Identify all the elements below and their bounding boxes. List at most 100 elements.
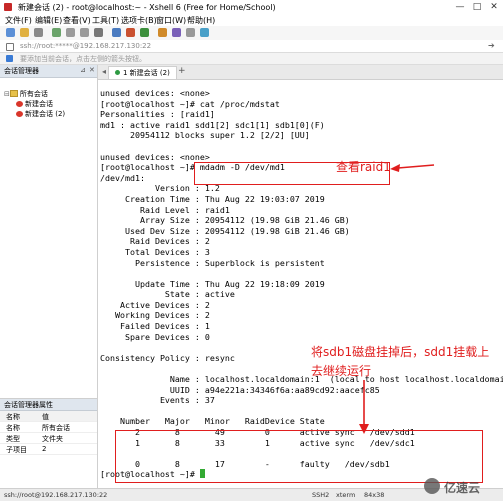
color-scheme-icon[interactable] — [172, 28, 181, 37]
annotation-note-line2: 去继续运行 — [311, 364, 372, 378]
tree-item-label: 新建会话 (2) — [25, 110, 66, 118]
properties-title: 会话管理器属性 — [4, 401, 53, 409]
prop-key: 子项目 — [6, 446, 27, 454]
maximize-button[interactable]: □ — [469, 1, 485, 13]
terminal-line: unused devices: <none> — [100, 88, 210, 98]
terminal-line: Number Major Minor RaidDevice State — [100, 416, 325, 427]
terminal-line: Spare Devices : 0 — [100, 331, 210, 342]
terminal-line: Personalities : [raid1] — [100, 109, 215, 120]
watermark: 亿速云 — [424, 476, 502, 498]
terminal-line: md1 : active raid1 sdd1[2] sdc1[1] sdb1[… — [100, 119, 325, 130]
properties-header: 会话管理器属性 — [0, 399, 97, 411]
terminal-line: Used Dev Size : 20954112 (19.98 GiB 21.4… — [100, 225, 350, 236]
terminal-line: Update Time : Thu Aug 22 19:18:09 2019 — [100, 278, 325, 289]
menu-file[interactable]: 文件(F) — [5, 15, 32, 26]
new-tab-icon[interactable]: + — [178, 66, 186, 76]
pin-icon[interactable]: ⊿ — [80, 66, 86, 74]
menu-help[interactable]: 帮助(H) — [187, 15, 215, 26]
terminal-output: unused devices: <none> [root@localhost ~… — [100, 88, 503, 480]
toolbar — [0, 26, 503, 41]
tab-bar: ◂ ▸ 1 新建会话 (2) + — [98, 65, 503, 80]
session-icon — [16, 111, 23, 117]
help-icon[interactable] — [200, 28, 209, 37]
session-icon — [16, 101, 23, 107]
terminal-line: Failed Devices : 1 — [100, 321, 210, 332]
xshell-icon[interactable] — [140, 28, 149, 37]
add-session-arrow-icon[interactable] — [6, 55, 13, 62]
tree-root-label: 所有会话 — [19, 90, 48, 98]
properties-row: 子项目 2 — [0, 444, 97, 455]
lock-icon — [6, 43, 14, 51]
tree-item-session-2[interactable]: 新建会话 (2) — [16, 109, 65, 119]
tab-label: 1 新建会话 (2) — [123, 69, 170, 77]
session-manager-header: 会话管理器 ⊿ ✕ — [0, 65, 97, 78]
new-session-icon[interactable] — [6, 28, 15, 37]
address-bar: ssh://root:*****@192.168.217.130:22 ➔ — [0, 40, 503, 53]
menu-tabs[interactable]: 选项卡(B) — [121, 15, 157, 26]
terminal-line: Active Devices : 2 — [100, 299, 210, 310]
arrow-to-command — [390, 164, 435, 172]
xshell-app-icon — [4, 3, 12, 11]
menu-tools[interactable]: 工具(T) — [92, 15, 119, 26]
menu-view[interactable]: 查看(V) — [63, 15, 91, 26]
minimize-button[interactable]: — — [452, 1, 468, 13]
tree-item-session-1[interactable]: 新建会话 — [16, 99, 53, 109]
prop-key: 名称 — [6, 413, 20, 421]
properties-header-row: 名称 值 — [0, 411, 97, 422]
tab-session-2[interactable]: 1 新建会话 (2) — [108, 66, 177, 79]
terminal-line: Events : 37 — [100, 395, 215, 406]
print-icon[interactable] — [112, 28, 121, 37]
terminal-line: Array Size : 20954112 (19.98 GiB 21.46 G… — [100, 215, 350, 226]
terminal-line: unused devices: <none> — [100, 151, 210, 162]
open-folder-icon[interactable] — [20, 28, 29, 37]
arrow-to-table — [359, 380, 369, 434]
annotation-note-line1: 将sdb1磁盘挂掉后，sdd1挂载上 — [311, 345, 490, 359]
tab-scroll-left-icon[interactable]: ◂ — [102, 67, 106, 76]
menu-window[interactable]: 窗口(W) — [156, 15, 186, 26]
terminal-area[interactable]: unused devices: <none> [root@localhost ~… — [98, 80, 503, 488]
font-icon[interactable] — [158, 28, 167, 37]
properties-panel: 会话管理器属性 名称 值 名称 所有会话 类型 文件夹 子项目 2 — [0, 398, 98, 489]
terminal-line: Consistency Policy : resync — [100, 352, 235, 363]
fullscreen-icon[interactable] — [186, 28, 195, 37]
watermark-logo-icon — [424, 478, 440, 494]
address-input[interactable]: ssh://root:*****@192.168.217.130:22 — [20, 42, 151, 50]
terminal-line: Working Devices : 2 — [100, 310, 210, 321]
copy-icon[interactable] — [66, 28, 75, 37]
terminal-line: State : active — [100, 289, 235, 300]
prop-value: 所有会话 — [42, 424, 70, 432]
watermark-text: 亿速云 — [444, 481, 481, 495]
terminal-line: Total Devices : 3 — [100, 246, 210, 257]
hint-text: 要添加当前会话，点击左侧的箭头按钮。 — [20, 55, 146, 63]
terminal-line: 20954112 blocks super 1.2 [2/2] [UU] — [100, 130, 310, 141]
terminal-line: /dev/md1: — [100, 172, 145, 183]
title-bar: 新建会话 (2) - root@localhost:~ - Xshell 6 (… — [0, 0, 503, 15]
hint-bar: 要添加当前会话，点击左侧的箭头按钮。 — [0, 53, 503, 65]
disconnect-icon[interactable] — [34, 28, 43, 37]
menu-edit[interactable]: 编辑(E) — [35, 15, 62, 26]
tree-item-label: 新建会话 — [25, 100, 53, 108]
status-address: ssh://root@192.168.217.130:22 — [4, 491, 108, 499]
close-panel-icon[interactable]: ✕ — [89, 66, 95, 74]
go-arrow-icon[interactable]: ➔ — [488, 42, 496, 50]
terminal-line: Creation Time : Thu Aug 22 19:03:07 2019 — [100, 193, 325, 204]
terminal-line: Name : localhost.localdomain:1 (local to… — [100, 374, 503, 385]
properties-row: 名称 所有会话 — [0, 422, 97, 433]
find-icon[interactable] — [94, 28, 103, 37]
window-title: 新建会话 (2) - root@localhost:~ - Xshell 6 (… — [18, 3, 276, 12]
terminal-line: UUID : a94e221a:34346f6a:aa89cd92:aacefc… — [100, 384, 380, 395]
tree-root-all-sessions[interactable]: ⊟ 所有会话 — [4, 89, 48, 99]
status-terminal-type: xterm — [336, 491, 356, 499]
close-button[interactable]: ✕ — [486, 1, 502, 13]
properties-row: 类型 文件夹 — [0, 433, 97, 444]
prop-value: 2 — [42, 445, 47, 453]
terminal-line: [root@localhost ~]# cat /proc/mdstat — [100, 98, 280, 109]
terminal-line: Persistence : Superblock is persistent — [100, 257, 325, 268]
prop-key: 名称 — [6, 424, 20, 432]
prop-value: 文件夹 — [42, 435, 63, 443]
xftp-icon[interactable] — [126, 28, 135, 37]
session-manager-title: 会话管理器 — [4, 67, 39, 75]
paste-icon[interactable] — [80, 28, 89, 37]
session-manager-panel: 会话管理器 ⊿ ✕ ⊟ 所有会话 新建会话 新建会话 (2) — [0, 65, 98, 398]
reconnect-icon[interactable] — [52, 28, 61, 37]
